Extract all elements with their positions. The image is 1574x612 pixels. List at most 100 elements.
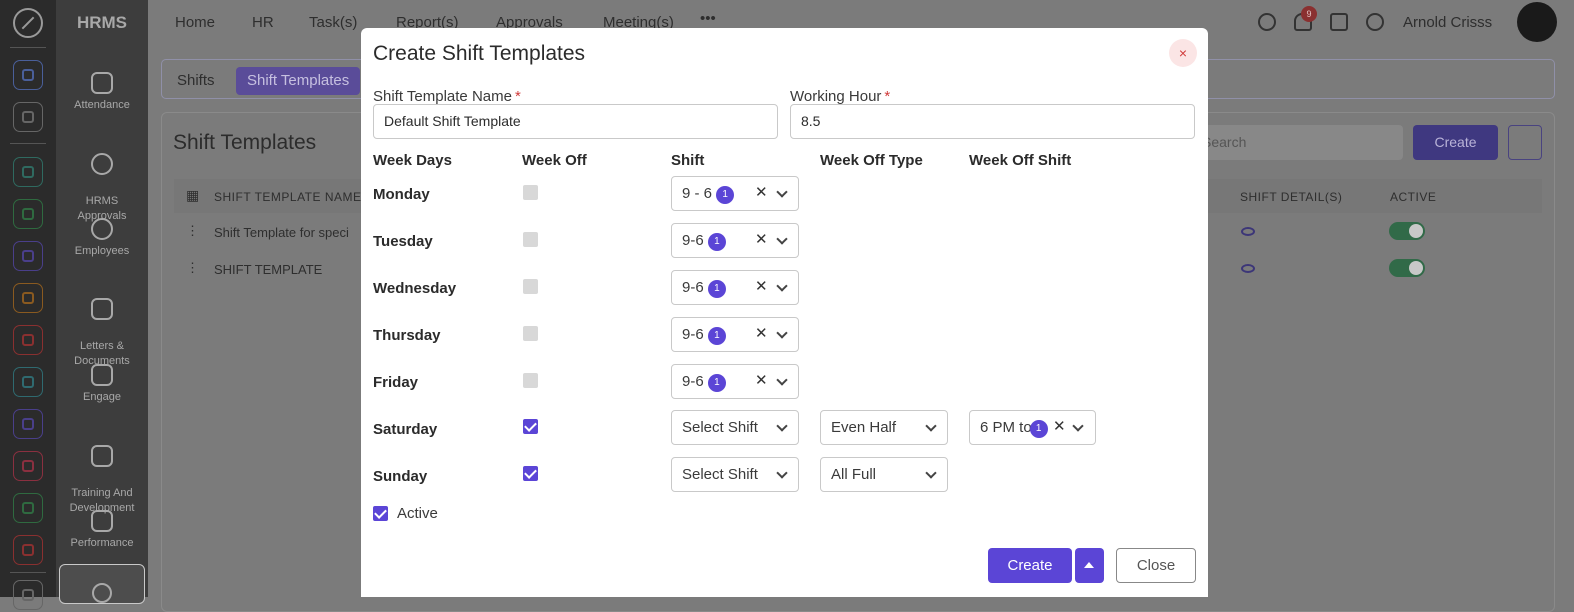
shift-select[interactable]: 9-6 1 ✕ — [671, 270, 799, 305]
home-alt-rail-icon[interactable] — [13, 580, 43, 610]
day-label: Saturday — [373, 421, 438, 438]
pin-rail-icon[interactable] — [13, 102, 43, 132]
gear-icon — [92, 583, 112, 603]
week-off-shift-select[interactable]: 6 PM to 1 ✕ — [969, 410, 1096, 445]
shift-select[interactable]: Select Shift — [671, 410, 799, 445]
menu-hr[interactable]: HR — [252, 14, 274, 31]
column-header[interactable]: SHIFT TEMPLATE NAME — [214, 190, 362, 204]
search-input[interactable]: Search — [1190, 125, 1403, 160]
nav-item-attendance[interactable]: Attendance — [56, 72, 148, 113]
week-off-checkbox[interactable] — [523, 466, 538, 481]
shift-select[interactable]: 9-6 1 ✕ — [671, 317, 799, 352]
column-header: ACTIVE — [1390, 190, 1437, 204]
week-off-type-select[interactable]: All Full — [820, 457, 948, 492]
active-checkbox[interactable] — [373, 506, 388, 521]
menu-home[interactable]: Home — [175, 14, 215, 31]
caret-up-icon[interactable] — [1075, 548, 1104, 583]
apps-grid-icon[interactable] — [1330, 13, 1348, 31]
clear-icon[interactable]: ✕ — [1053, 417, 1066, 435]
nav-item-employees[interactable]: Employees — [56, 218, 148, 259]
day-label: Tuesday — [373, 233, 433, 250]
column-header: Shift — [671, 152, 705, 169]
column-settings-icon[interactable]: ▦ — [186, 187, 200, 204]
chevron-down-icon — [776, 280, 788, 292]
count-pill: 1 — [707, 374, 726, 392]
divider — [10, 47, 46, 48]
shift-select[interactable]: Select Shift — [671, 457, 799, 492]
active-toggle[interactable] — [1389, 259, 1425, 277]
nav-item-settings[interactable] — [59, 564, 145, 604]
document-rail-icon[interactable] — [13, 493, 43, 523]
briefcase-rail-icon[interactable] — [13, 241, 43, 271]
week-off-checkbox[interactable] — [523, 279, 538, 294]
create-button[interactable]: Create — [988, 548, 1072, 583]
close-icon[interactable]: × — [1169, 39, 1197, 67]
archive-rail-icon[interactable] — [13, 367, 43, 397]
home-rail-icon[interactable] — [13, 60, 43, 90]
row-menu-icon[interactable]: ⋮ — [186, 260, 199, 276]
week-off-checkbox[interactable] — [523, 373, 538, 388]
inbox-icon — [91, 298, 113, 320]
clear-icon[interactable]: ✕ — [755, 230, 768, 248]
count-pill: 1 — [707, 280, 726, 298]
nav-item-training[interactable]: Training And Development — [56, 430, 148, 516]
target-rail-icon[interactable] — [13, 325, 43, 355]
chart-line-icon — [91, 510, 113, 532]
shift-select[interactable]: 9-6 1 ✕ — [671, 223, 799, 258]
week-off-checkbox[interactable] — [523, 185, 538, 200]
nav-label: Attendance — [74, 99, 130, 111]
nav-item-letters-documents[interactable]: Letters & Documents — [56, 283, 148, 369]
week-off-checkbox[interactable] — [523, 419, 538, 434]
settings-gear-icon[interactable] — [1366, 13, 1384, 31]
week-off-type-select[interactable]: Even Half — [820, 410, 948, 445]
eye-icon[interactable] — [1241, 264, 1255, 273]
hrms-rail-icon[interactable] — [13, 283, 43, 313]
day-label: Sunday — [373, 468, 428, 485]
day-label: Friday — [373, 374, 419, 391]
tab-shift-templates[interactable]: Shift Templates — [236, 67, 361, 95]
tab-shifts[interactable]: Shifts — [166, 67, 226, 95]
shift-select[interactable]: 9 - 6 1 ✕ — [671, 176, 799, 211]
finance-rail-icon[interactable] — [13, 199, 43, 229]
working-hour-input[interactable]: 8.5 — [790, 104, 1195, 139]
more-menu-icon[interactable]: ••• — [700, 10, 716, 27]
avatar[interactable] — [1517, 2, 1557, 42]
nav-item-performance[interactable]: Performance — [56, 510, 148, 551]
filter-icon[interactable] — [1508, 125, 1542, 160]
clear-icon[interactable]: ✕ — [755, 371, 768, 389]
person-icon — [91, 218, 113, 240]
org-rail-icon[interactable] — [13, 157, 43, 187]
compass-logo-icon[interactable] — [13, 8, 43, 38]
column-header: Week Off Shift — [969, 152, 1072, 169]
create-button[interactable]: Create — [1413, 125, 1498, 160]
nav-item-hrms-approvals[interactable]: HRMS Approvals — [56, 138, 148, 224]
week-off-checkbox[interactable] — [523, 232, 538, 247]
chevron-down-icon — [1072, 420, 1084, 432]
left-nav: HRMS Attendance HRMS Approvals Employees… — [56, 0, 148, 604]
template-name-input[interactable]: Default Shift Template — [373, 104, 778, 139]
award-rail-icon[interactable] — [13, 535, 43, 565]
nav-item-engage[interactable]: Engage — [56, 364, 148, 405]
clear-icon[interactable]: ✕ — [755, 324, 768, 342]
search-icon[interactable] — [1258, 13, 1276, 31]
divider — [10, 143, 46, 144]
active-toggle[interactable] — [1389, 222, 1425, 240]
week-off-checkbox[interactable] — [523, 326, 538, 341]
row-menu-icon[interactable]: ⋮ — [186, 223, 199, 239]
close-button[interactable]: Close — [1116, 548, 1196, 583]
travel-rail-icon[interactable] — [13, 409, 43, 439]
divider — [10, 572, 46, 573]
clear-icon[interactable]: ✕ — [755, 277, 768, 295]
menu-tasks[interactable]: Task(s) — [309, 14, 357, 31]
user-name[interactable]: Arnold Crisss — [1403, 14, 1492, 31]
eye-icon[interactable] — [1241, 227, 1255, 236]
chat-rail-icon[interactable] — [13, 451, 43, 481]
shift-select[interactable]: 9-6 1 ✕ — [671, 364, 799, 399]
column-header: SHIFT DETAIL(S) — [1240, 190, 1343, 204]
clear-icon[interactable]: ✕ — [755, 183, 768, 201]
chevron-down-icon — [776, 420, 788, 432]
day-label: Thursday — [373, 327, 441, 344]
name-label: Shift Template Name * — [373, 88, 521, 105]
nav-label: Performance — [70, 537, 134, 549]
day-label: Monday — [373, 186, 430, 203]
